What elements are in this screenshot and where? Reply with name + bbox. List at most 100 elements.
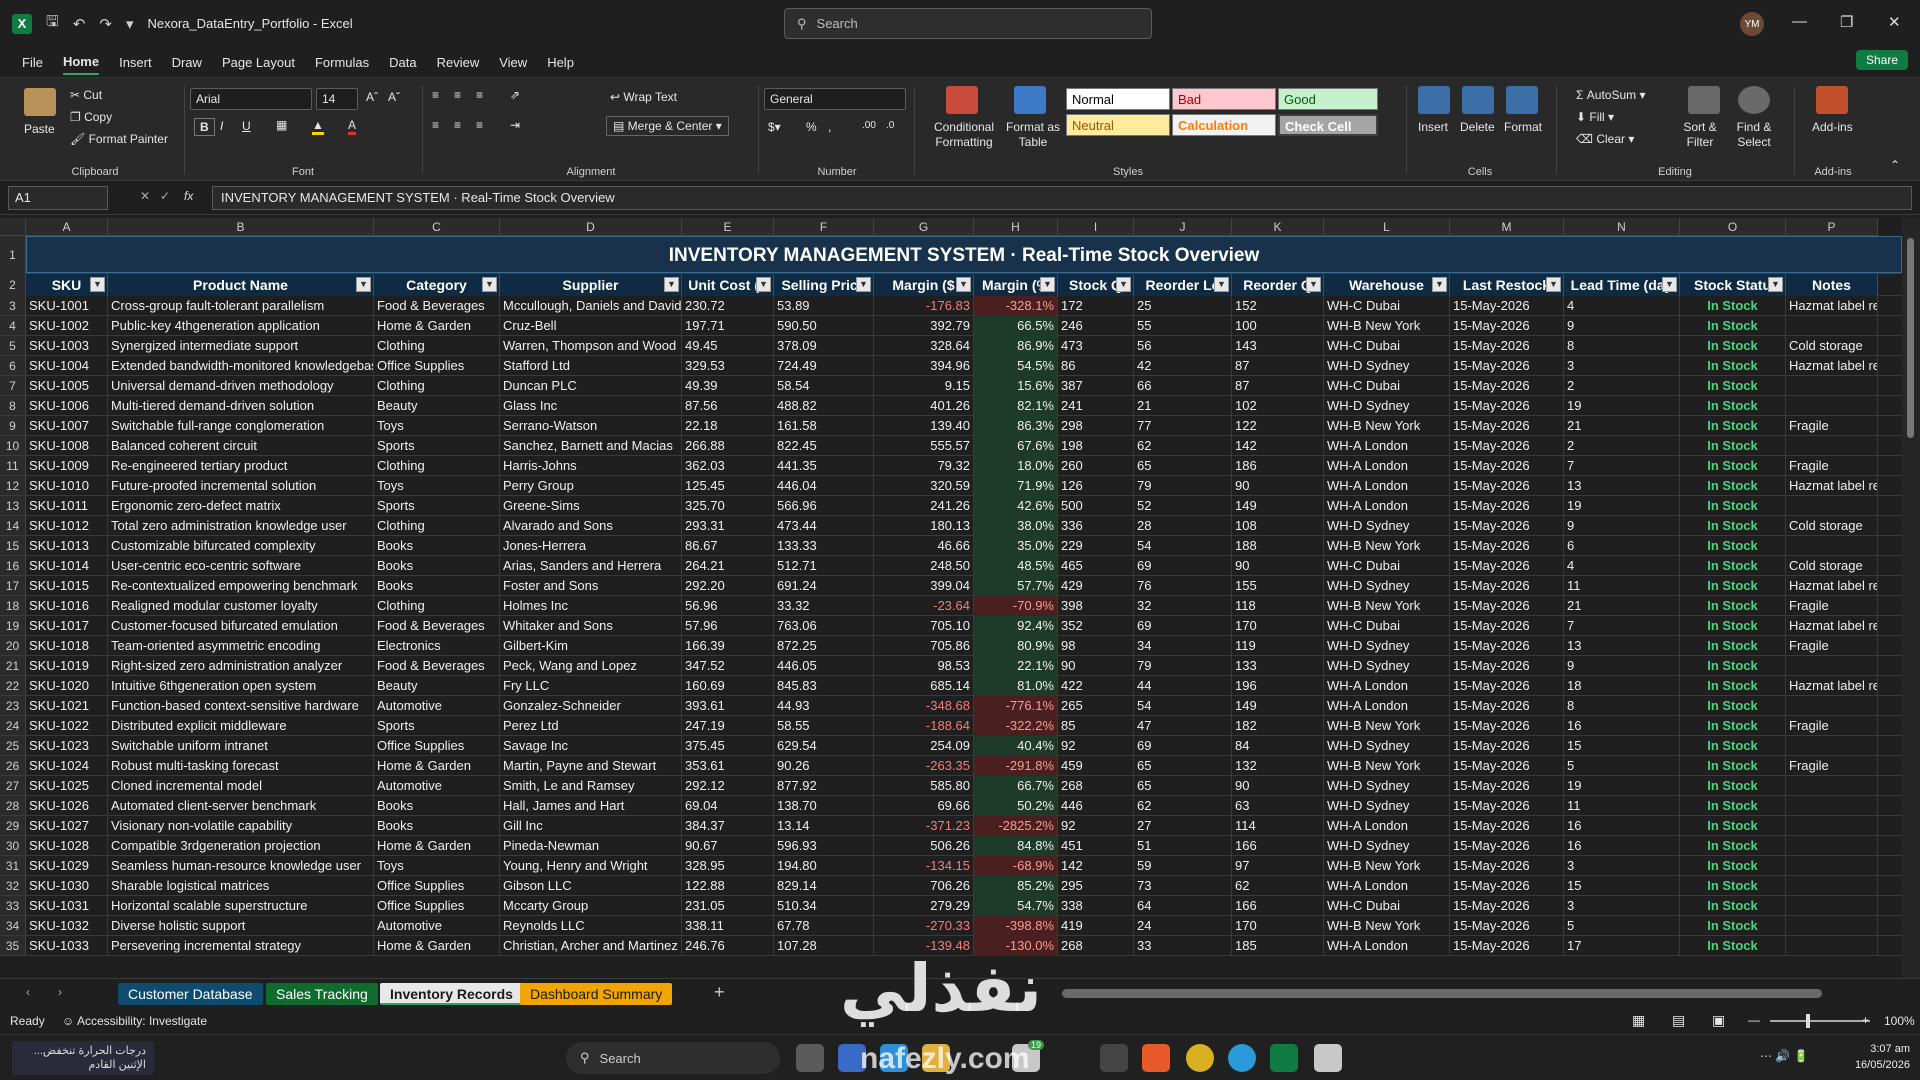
table-cell[interactable]: In Stock [1680,656,1786,676]
table-cell[interactable]: 102 [1232,396,1324,416]
table-cell[interactable]: Books [374,536,500,556]
row-header[interactable]: 21 [0,656,26,675]
zoom-level[interactable]: 100% [1884,1014,1915,1028]
table-cell[interactable]: 133 [1232,656,1324,676]
table-cell[interactable]: In Stock [1680,796,1786,816]
zoom-slider[interactable] [1770,1020,1870,1022]
table-cell[interactable]: 97 [1232,856,1324,876]
table-cell[interactable]: 196 [1232,676,1324,696]
table-cell[interactable] [1786,816,1878,836]
table-cell[interactable]: Automated client-server benchmark [108,796,374,816]
table-cell[interactable]: WH-D Sydney [1324,396,1450,416]
table-cell[interactable]: 21 [1134,396,1232,416]
table-cell[interactable]: 198 [1058,436,1134,456]
table-cell[interactable]: In Stock [1680,536,1786,556]
table-cell[interactable]: 119 [1232,636,1324,656]
bold-icon[interactable]: B [194,118,215,136]
weather-widget[interactable]: درجات الحرارة تنخفض... الإثنين القادم [12,1041,154,1075]
table-cell[interactable]: 394.96 [874,356,974,376]
table-cell[interactable]: WH-B New York [1324,536,1450,556]
table-cell[interactable]: WH-C Dubai [1324,556,1450,576]
table-cell[interactable]: 872.25 [774,636,874,656]
table-cell[interactable]: 53.89 [774,296,874,316]
table-cell[interactable]: Universal demand-driven methodology [108,376,374,396]
table-cell[interactable]: WH-B New York [1324,596,1450,616]
undo-icon[interactable]: ↶ [73,15,86,33]
table-cell[interactable]: 92 [1058,816,1134,836]
table-cell[interactable]: Toys [374,476,500,496]
table-cell[interactable]: 160.69 [682,676,774,696]
table-cell[interactable]: In Stock [1680,936,1786,956]
row-header[interactable]: 15 [0,536,26,555]
table-cell[interactable]: 877.92 [774,776,874,796]
fill-color-icon[interactable]: ▲ [312,118,324,135]
column-header[interactable]: J [1134,218,1232,236]
table-cell[interactable]: 194.80 [774,856,874,876]
close-icon[interactable]: ✕ [1888,13,1901,31]
table-cell[interactable]: Automotive [374,776,500,796]
table-cell[interactable]: Seamless human-resource knowledge user [108,856,374,876]
filter-dropdown-icon[interactable]: ▼ [1768,276,1783,292]
table-cell[interactable]: 67.6% [974,436,1058,456]
align-right-icon[interactable]: ≡ [476,118,483,132]
table-cell[interactable]: In Stock [1680,556,1786,576]
table-cell[interactable]: 15-May-2026 [1450,836,1564,856]
underline-icon[interactable]: U [242,119,251,133]
table-cell[interactable]: SKU-1008 [26,436,108,456]
table-cell[interactable]: Home & Garden [374,316,500,336]
save-icon[interactable]: 🖫 [46,11,59,36]
table-cell[interactable]: 185 [1232,936,1324,956]
table-cell[interactable]: 763.06 [774,616,874,636]
table-cell[interactable]: Cold storage [1786,516,1878,536]
table-cell[interactable]: WH-A London [1324,436,1450,456]
table-cell[interactable]: Sports [374,716,500,736]
table-cell[interactable]: 822.45 [774,436,874,456]
table-cell[interactable]: 98 [1058,636,1134,656]
table-cell[interactable]: WH-C Dubai [1324,336,1450,356]
table-cell[interactable]: 706.26 [874,876,974,896]
table-cell[interactable]: 451 [1058,836,1134,856]
menu-file[interactable]: File [22,51,43,74]
insert-cells-icon[interactable] [1418,86,1450,114]
table-cell[interactable]: 65 [1134,776,1232,796]
table-cell[interactable]: 172 [1058,296,1134,316]
table-cell[interactable]: 85.2% [974,876,1058,896]
column-header[interactable]: H [974,218,1058,236]
row-header[interactable]: 27 [0,776,26,795]
table-cell[interactable]: SKU-1022 [26,716,108,736]
chatgpt-icon[interactable] [1100,1044,1128,1072]
column-header[interactable]: I [1058,218,1134,236]
table-cell[interactable]: 54 [1134,536,1232,556]
table-cell[interactable]: 241.26 [874,496,974,516]
menu-insert[interactable]: Insert [119,51,152,74]
conditional-formatting-icon[interactable] [946,86,978,114]
column-header[interactable]: A [26,218,108,236]
format-as-table-button[interactable]: Format as Table [1002,120,1064,150]
table-cell[interactable]: 241 [1058,396,1134,416]
table-cell[interactable]: 125.45 [682,476,774,496]
table-cell[interactable]: 9 [1564,316,1680,336]
table-cell[interactable]: Books [374,796,500,816]
row-header[interactable]: 7 [0,376,26,395]
table-cell[interactable]: Hall, James and Hart [500,796,682,816]
table-cell[interactable]: Fry LLC [500,676,682,696]
table-cell[interactable]: -322.2% [974,716,1058,736]
table-cell[interactable]: Cold storage [1786,556,1878,576]
style-calculation[interactable]: Calculation [1172,114,1276,136]
table-cell[interactable]: Multi-tiered demand-driven solution [108,396,374,416]
table-cell[interactable]: In Stock [1680,876,1786,896]
filter-dropdown-icon[interactable]: ▼ [1432,276,1447,292]
table-cell[interactable]: 15-May-2026 [1450,716,1564,736]
table-cell[interactable]: 685.14 [874,676,974,696]
table-cell[interactable]: -776.1% [974,696,1058,716]
percent-icon[interactable]: % [806,120,817,134]
column-title[interactable]: Reorder Le ▼ [1134,273,1232,296]
table-cell[interactable]: 40.4% [974,736,1058,756]
table-cell[interactable] [1786,856,1878,876]
table-cell[interactable]: 81.0% [974,676,1058,696]
table-cell[interactable]: 441.35 [774,456,874,476]
table-cell[interactable]: 11 [1564,576,1680,596]
table-cell[interactable]: 86 [1058,356,1134,376]
table-cell[interactable]: 387 [1058,376,1134,396]
table-cell[interactable]: 197.71 [682,316,774,336]
